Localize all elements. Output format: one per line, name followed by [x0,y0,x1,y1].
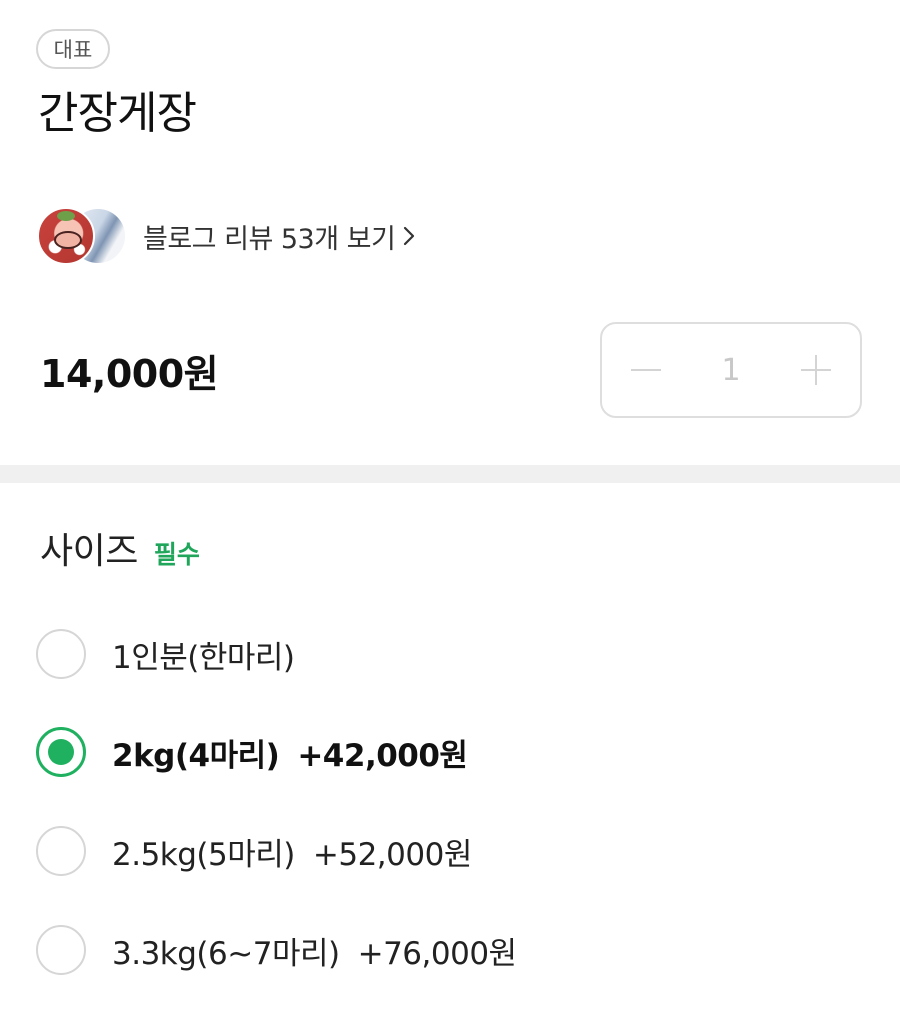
section-divider [0,465,900,483]
decrease-quantity-button[interactable] [628,352,664,388]
radio-button[interactable] [36,925,86,975]
representative-badge: 대표 [36,29,110,69]
blog-review-link[interactable]: 블로그 리뷰 53개 보기 [37,205,415,267]
radio-button-selected[interactable] [36,727,86,777]
product-price: 14,000원 [40,352,219,396]
radio-button[interactable] [36,629,86,679]
size-section-header: 사이즈 필수 [40,522,200,574]
quantity-value: 1 [721,352,741,388]
size-option-1[interactable]: 1인분(한마리) [36,628,295,680]
increase-quantity-button[interactable] [798,352,834,388]
reviewer-avatar [37,207,95,265]
option-price: +76,000원 [357,935,517,972]
size-option-3[interactable]: 2.5kg(5마리) +52,000원 [36,825,472,877]
option-label: 1인분(한마리) [112,639,295,676]
option-price: +42,000원 [297,737,468,774]
minus-icon [631,369,661,371]
chevron-right-icon [404,226,415,246]
option-label: 2.5kg(5마리) [112,836,295,873]
size-option-4[interactable]: 3.3kg(6~7마리) +76,000원 [36,924,517,976]
option-label: 3.3kg(6~7마리) [112,935,340,972]
size-section-title: 사이즈 [40,531,138,572]
size-option-2[interactable]: 2kg(4마리) +42,000원 [36,726,468,778]
quantity-stepper: 1 [600,322,862,418]
option-price: +52,000원 [312,836,472,873]
product-title: 간장게장 [38,88,197,139]
reviewer-avatars [37,205,129,267]
option-label: 2kg(4마리) [112,737,280,774]
blog-review-label: 블로그 리뷰 53개 보기 [143,223,396,255]
required-label: 필수 [153,540,200,569]
radio-button[interactable] [36,826,86,876]
